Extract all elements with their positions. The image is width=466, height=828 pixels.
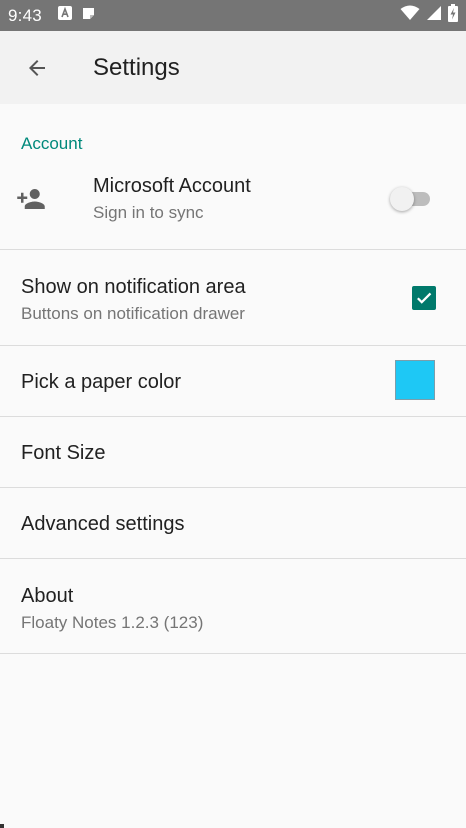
microsoft-account-title: Microsoft Account [93,175,251,197]
font-a-icon [57,6,72,25]
font-size-title: Font Size [21,442,106,464]
battery-icon [448,4,458,27]
app-bar: Settings [0,31,466,104]
advanced-settings-row[interactable]: Advanced settings [0,488,466,559]
about-title: About [21,585,74,607]
notification-area-title: Show on notification area [21,276,246,298]
check-icon [417,292,432,304]
status-bar: 9:43 [0,0,466,31]
paper-color-title: Pick a paper color [21,371,182,393]
microsoft-account-text: Microsoft Account Sign in to sync [93,174,251,224]
microsoft-account-switch[interactable] [390,187,432,211]
wifi-icon [400,5,420,26]
section-header-account: Account [21,134,83,153]
signal-icon [426,5,442,26]
page-title: Settings [93,53,180,81]
font-size-row[interactable]: Font Size [0,417,466,488]
system-icons [400,0,458,31]
person-add-icon [17,189,45,209]
microsoft-account-row[interactable]: Microsoft Account Sign in to sync [0,164,466,250]
about-row[interactable]: About Floaty Notes 1.2.3 (123) [0,559,466,654]
switch-thumb [390,187,414,211]
back-button[interactable] [9,40,65,96]
corner-mark [0,824,4,828]
note-icon [82,7,95,25]
arrow-back-icon [29,59,45,76]
notification-area-row[interactable]: Show on notification area Buttons on not… [0,250,466,346]
paper-color-swatch[interactable] [395,360,435,400]
notification-area-summary: Buttons on notification drawer [21,304,245,323]
advanced-settings-title: Advanced settings [21,513,185,535]
notification-icons [57,6,95,25]
about-text: About Floaty Notes 1.2.3 (123) [21,584,203,634]
paper-color-row[interactable]: Pick a paper color [0,346,466,417]
about-summary: Floaty Notes 1.2.3 (123) [21,613,204,632]
notification-area-checkbox[interactable] [412,286,436,310]
notification-area-text: Show on notification area Buttons on not… [21,275,246,325]
status-time: 9:43 [8,5,42,25]
microsoft-account-summary: Sign in to sync [93,203,204,222]
